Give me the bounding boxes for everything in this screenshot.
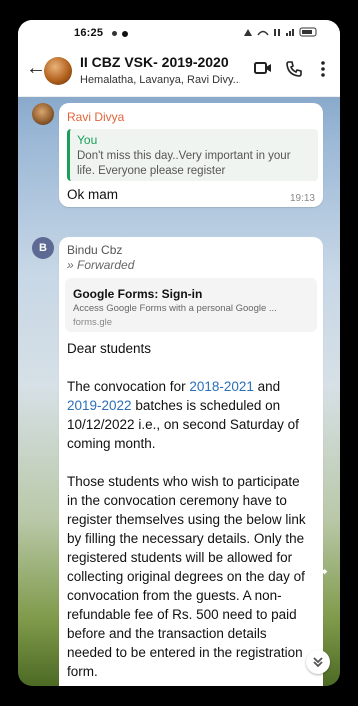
sender-avatar[interactable]: B (32, 237, 54, 259)
chat-notification-icon (122, 31, 128, 37)
phone-call-icon[interactable] (286, 61, 302, 77)
message-body: Dear students The convocation for 2018-2… (67, 339, 311, 686)
sender-avatar[interactable] (32, 103, 54, 125)
quoted-sender: You (77, 133, 98, 147)
link-title: Google Forms: Sign-in (73, 287, 203, 301)
forwarded-label: » Forwarded (67, 258, 134, 272)
chat-title[interactable]: II CBZ VSK- 2019-2020 (80, 54, 229, 70)
forwarded-text: Forwarded (77, 258, 135, 272)
signal-battery-icon (244, 27, 317, 37)
date-link[interactable]: 2018-2021 (189, 379, 254, 394)
chat-members[interactable]: Hemalatha, Lavanya, Ravi Divy... (80, 74, 240, 86)
text-segment: The convocation for (67, 379, 190, 394)
video-call-icon[interactable] (254, 61, 272, 75)
message-paragraph: The convocation for 2018-2021 and 2019-2… (67, 377, 311, 453)
quoted-text: Don't miss this day..Very important in y… (77, 150, 291, 177)
scroll-down-button[interactable] (306, 650, 330, 674)
phone-screen: 16:25 ← II CBZ VSK- 2019-2020 Hemalatha,… (18, 20, 340, 686)
message-bubble[interactable]: Bindu Cbz » Forwarded Google Forms: Sign… (59, 237, 323, 686)
group-avatar[interactable] (44, 57, 72, 85)
message-paragraph: Those students who wish to participate i… (67, 474, 306, 679)
message-time: 19:13 (289, 193, 315, 204)
link-url: forms.gle (73, 317, 113, 328)
forward-icon: » (67, 258, 74, 272)
link-preview[interactable]: Google Forms: Sign-in Access Google Form… (65, 278, 317, 332)
sender-name[interactable]: Bindu Cbz (67, 243, 122, 257)
chat-header: ← II CBZ VSK- 2019-2020 Hemalatha, Lavan… (18, 46, 340, 97)
status-time: 16:25 (74, 27, 104, 39)
notification-icon (112, 31, 117, 36)
text-segment: and (253, 379, 281, 394)
message-text: Ok mam (67, 187, 119, 202)
status-bar: 16:25 (18, 20, 340, 46)
message-list[interactable]: Ravi Divya You Don't miss this day..Very… (18, 97, 340, 686)
double-chevron-down-icon (313, 657, 323, 668)
status-icons (240, 26, 320, 41)
more-options-icon[interactable] (320, 61, 326, 77)
back-arrow-icon[interactable]: ← (26, 57, 46, 80)
quoted-message[interactable]: You Don't miss this day..Very important … (67, 129, 318, 181)
forward-message-icon[interactable]: ➦ (316, 563, 328, 580)
message-bubble[interactable]: Ravi Divya You Don't miss this day..Very… (59, 103, 323, 207)
sender-name[interactable]: Ravi Divya (67, 110, 124, 124)
message-greeting: Dear students (67, 341, 152, 356)
date-link[interactable]: 2019-2022 (67, 398, 132, 413)
link-description: Access Google Forms with a personal Goog… (73, 303, 277, 314)
